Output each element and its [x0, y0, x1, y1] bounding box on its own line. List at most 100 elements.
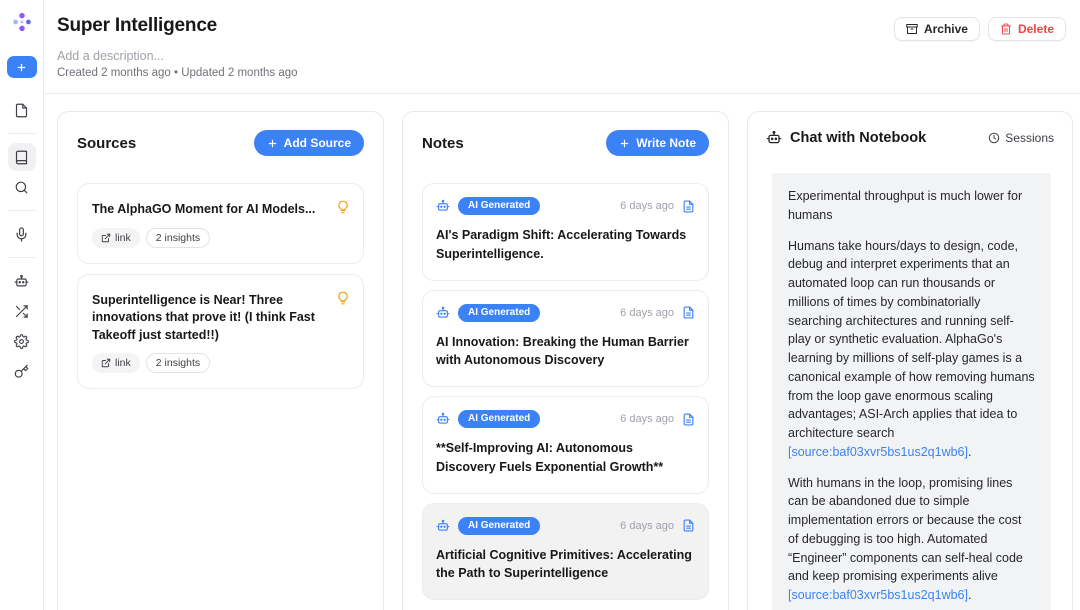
- app-logo-icon[interactable]: [11, 11, 33, 33]
- archive-button[interactable]: Archive: [894, 17, 980, 41]
- note-card[interactable]: AI Generated 6 days ago AI Innovation: B…: [422, 290, 709, 388]
- note-card[interactable]: AI Generated 6 days ago **Self-Improving…: [422, 396, 709, 494]
- main-area: Super Intelligence Add a description... …: [44, 0, 1080, 610]
- note-timestamp: 6 days ago: [620, 307, 674, 319]
- archive-button-label: Archive: [924, 22, 968, 36]
- ai-generated-badge: AI Generated: [458, 410, 540, 428]
- robot-icon: [436, 199, 450, 213]
- chat-paragraph: Experimental throughput is much lower fo…: [788, 187, 1035, 225]
- sidebar-item-notebooks[interactable]: [8, 143, 36, 171]
- source-card[interactable]: Superintelligence is Near! Three innovat…: [77, 274, 364, 390]
- sidebar-item-search[interactable]: [8, 173, 36, 201]
- lightbulb-icon[interactable]: [336, 291, 350, 310]
- gear-icon: [14, 334, 29, 349]
- note-timestamp: 6 days ago: [620, 200, 674, 212]
- sources-panel: Sources Add Source The AlphaGO Moment fo…: [57, 111, 384, 610]
- archive-icon: [906, 23, 918, 35]
- robot-icon: [436, 412, 450, 426]
- sources-list: The AlphaGO Moment for AI Models... link…: [77, 183, 364, 389]
- source-tags: link 2 insights: [92, 228, 349, 248]
- robot-icon: [436, 306, 450, 320]
- ai-generated-badge: AI Generated: [458, 517, 540, 535]
- chat-title: Chat with Notebook: [790, 130, 926, 146]
- notes-title: Notes: [422, 135, 464, 152]
- created-updated-meta: Created 2 months ago • Updated 2 months …: [57, 67, 298, 79]
- search-icon: [14, 180, 29, 195]
- note-timestamp: 6 days ago: [620, 520, 674, 532]
- robot-icon: [766, 130, 782, 146]
- columns: Sources Add Source The AlphaGO Moment fo…: [44, 94, 1080, 610]
- sidebar-item-voice[interactable]: [8, 220, 36, 248]
- note-title: AI's Paradigm Shift: Accelerating Toward…: [436, 226, 695, 264]
- note-title: AI Innovation: Breaking the Human Barrie…: [436, 333, 695, 371]
- delete-button[interactable]: Delete: [988, 17, 1066, 41]
- source-citation-link[interactable]: [source:baf03xvr5bs1us2q1wb6]: [788, 588, 968, 602]
- sidebar-item-keys[interactable]: [8, 357, 36, 385]
- header-actions: Archive Delete: [894, 15, 1066, 41]
- insights-tag[interactable]: 2 insights: [146, 353, 210, 373]
- key-icon: [14, 364, 29, 379]
- chat-panel: Chat with Notebook Sessions Experimental…: [747, 111, 1073, 610]
- plus-icon: [267, 138, 278, 149]
- note-timestamp: 6 days ago: [620, 413, 674, 425]
- sidebar-item-documents[interactable]: [8, 96, 36, 124]
- clock-icon: [988, 132, 1000, 144]
- app-root: Super Intelligence Add a description... …: [0, 0, 1080, 610]
- ai-generated-badge: AI Generated: [458, 197, 540, 215]
- add-source-label: Add Source: [284, 136, 351, 150]
- note-card[interactable]: AI Generated 6 days ago AI's Paradigm Sh…: [422, 183, 709, 281]
- link-tag[interactable]: link: [92, 228, 140, 248]
- sidebar-item-shuffle[interactable]: [8, 297, 36, 325]
- sidebar-item-settings[interactable]: [8, 327, 36, 355]
- write-note-label: Write Note: [636, 136, 696, 150]
- chat-message[interactable]: Experimental throughput is much lower fo…: [772, 173, 1051, 610]
- insights-tag-label: 2 insights: [156, 357, 200, 369]
- sidebar: [0, 0, 44, 610]
- add-source-button[interactable]: Add Source: [254, 130, 364, 156]
- link-tag[interactable]: link: [92, 353, 140, 373]
- note-document-icon[interactable]: [682, 413, 695, 426]
- external-link-icon: [101, 358, 111, 368]
- robot-icon: [436, 519, 450, 533]
- sessions-label: Sessions: [1005, 131, 1054, 145]
- source-card[interactable]: The AlphaGO Moment for AI Models... link…: [77, 183, 364, 264]
- shuffle-icon: [14, 304, 29, 319]
- chat-paragraph: With humans in the loop, promising lines…: [788, 474, 1035, 605]
- sessions-button[interactable]: Sessions: [988, 131, 1054, 145]
- trash-icon: [1000, 23, 1012, 35]
- lightbulb-icon[interactable]: [336, 200, 350, 219]
- document-icon: [14, 103, 29, 118]
- external-link-icon: [101, 233, 111, 243]
- note-document-icon[interactable]: [682, 200, 695, 213]
- link-tag-label: link: [115, 232, 131, 244]
- note-title: **Self-Improving AI: Autonomous Discover…: [436, 439, 695, 477]
- write-note-button[interactable]: Write Note: [606, 130, 709, 156]
- delete-button-label: Delete: [1018, 22, 1054, 36]
- plus-icon: [16, 62, 27, 73]
- page-title: Super Intelligence: [57, 15, 298, 37]
- sidebar-divider: [8, 257, 36, 258]
- sidebar-new-button[interactable]: [7, 56, 37, 78]
- notes-panel: Notes Write Note AI Generated: [402, 111, 729, 610]
- note-document-icon[interactable]: [682, 519, 695, 532]
- description-placeholder[interactable]: Add a description...: [57, 49, 298, 63]
- note-title: Artificial Cognitive Primitives: Acceler…: [436, 546, 695, 584]
- notebook-icon: [14, 150, 29, 165]
- sidebar-item-assistant[interactable]: [8, 267, 36, 295]
- notebook-header: Super Intelligence Add a description... …: [44, 0, 1080, 94]
- microphone-icon: [14, 227, 29, 242]
- source-citation-link[interactable]: [source:baf03xvr5bs1us2q1wb6]: [788, 445, 968, 459]
- robot-icon: [14, 274, 29, 289]
- plus-icon: [619, 138, 630, 149]
- note-document-icon[interactable]: [682, 306, 695, 319]
- note-card[interactable]: AI Generated 6 days ago Artificial Cogni…: [422, 503, 709, 601]
- sidebar-divider: [8, 210, 36, 211]
- sidebar-divider: [8, 133, 36, 134]
- source-tags: link 2 insights: [92, 353, 349, 373]
- source-title: Superintelligence is Near! Three innovat…: [92, 292, 349, 345]
- link-tag-label: link: [115, 357, 131, 369]
- notes-list: AI Generated 6 days ago AI's Paradigm Sh…: [422, 183, 709, 600]
- sources-title: Sources: [77, 135, 136, 152]
- ai-generated-badge: AI Generated: [458, 304, 540, 322]
- insights-tag[interactable]: 2 insights: [146, 228, 210, 248]
